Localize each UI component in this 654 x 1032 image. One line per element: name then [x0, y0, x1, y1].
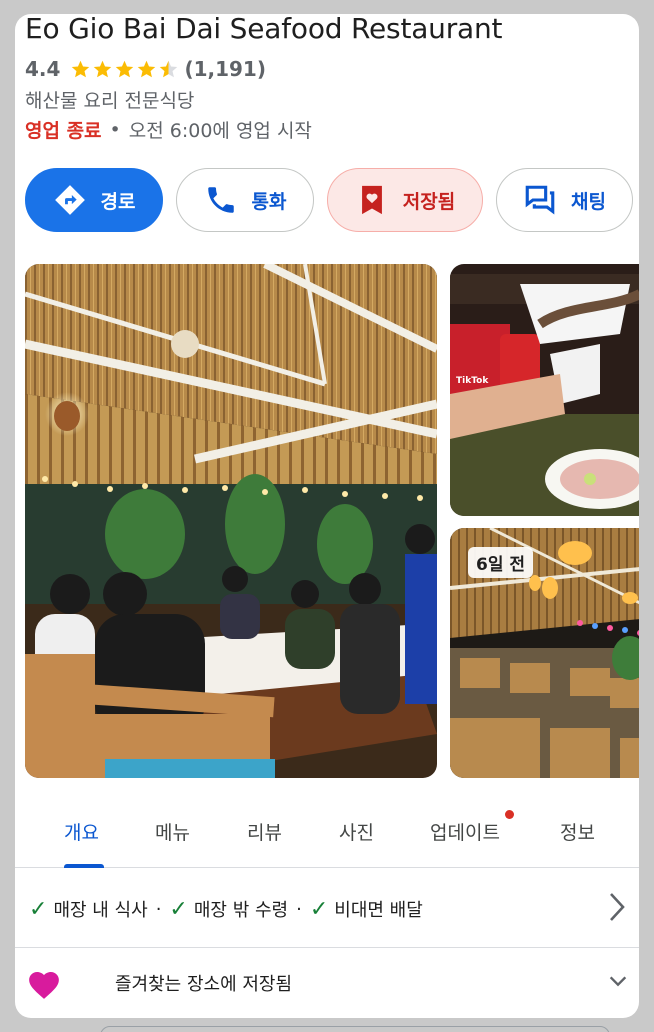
service-delivery: 비대면 배달 — [334, 900, 423, 921]
service-options-list: ✓ 매장 내 식사 · ✓ 매장 밖 수령 · ✓ 비대면 배달 — [29, 896, 423, 922]
rating-value: 4.4 — [25, 57, 61, 81]
action-chips: 경로 통화 저장됨 채팅 — [25, 168, 639, 232]
chevron-down-icon[interactable] — [607, 970, 629, 992]
star-icon — [94, 60, 112, 77]
hours-status[interactable]: 영업 종료 • 오전 6:00에 영업 시작 — [25, 116, 312, 143]
favorites-label: 즐겨찾는 장소에 저장됨 — [115, 974, 293, 995]
place-category: 해산물 요리 전문식당 — [25, 90, 195, 112]
star-icon — [116, 60, 134, 77]
tiktok-watermark: TikTok — [456, 376, 489, 386]
saved-label: 저장됨 — [402, 190, 456, 213]
check-icon: ✓ — [29, 896, 48, 922]
place-tabs: 개요 메뉴 리뷰 사진 업데이트 정보 — [15, 802, 639, 868]
bottom-peek-element — [100, 1026, 610, 1032]
heart-icon — [29, 971, 59, 999]
call-label: 통화 — [251, 190, 287, 213]
chat-label: 채팅 — [571, 190, 606, 213]
star-icon — [72, 60, 90, 77]
tab-overview[interactable]: 개요 — [64, 818, 99, 845]
updates-notification-dot — [505, 810, 514, 819]
phone-icon — [207, 187, 234, 213]
check-icon: ✓ — [169, 896, 188, 922]
star-half-icon — [160, 60, 178, 77]
service-separator: · — [296, 898, 302, 920]
active-tab-indicator — [64, 864, 104, 868]
bookmark-heart-icon — [361, 185, 382, 215]
directions-icon — [54, 185, 85, 215]
saved-button[interactable]: 저장됨 — [327, 168, 483, 232]
directions-button[interactable]: 경로 — [25, 168, 163, 232]
restaurant-interior-image — [25, 264, 437, 778]
service-options-row[interactable]: ✓ 매장 내 식사 · ✓ 매장 밖 수령 · ✓ 비대면 배달 — [15, 870, 639, 948]
star-icon — [138, 60, 156, 77]
place-title: Eo Gio Bai Dai Seafood Restaurant — [25, 14, 503, 45]
seafood-image — [450, 264, 639, 516]
place-sheet: Eo Gio Bai Dai Seafood Restaurant 4.4 (1… — [15, 14, 639, 1018]
rating-stars — [70, 59, 180, 80]
status-separator: • — [109, 118, 121, 141]
chevron-right-icon — [610, 893, 625, 921]
service-dine-in: 매장 내 식사 — [53, 900, 148, 921]
rating-row[interactable]: 4.4 (1,191) — [25, 56, 266, 82]
photo-age-badge: 6일 전 — [468, 547, 534, 578]
favorites-row[interactable]: 즐겨찾는 장소에 저장됨 — [15, 950, 639, 1018]
seafood-photo[interactable]: TikTok — [450, 264, 639, 516]
chat-button[interactable]: 채팅 — [496, 168, 633, 232]
review-count: (1,191) — [184, 57, 266, 81]
status-closed: 영업 종료 — [25, 120, 102, 142]
tab-about[interactable]: 정보 — [560, 818, 595, 845]
directions-label: 경로 — [100, 190, 136, 213]
main-photo[interactable] — [25, 264, 437, 778]
chat-icon — [525, 185, 555, 215]
status-open-time: 오전 6:00에 영업 시작 — [128, 120, 312, 142]
tab-menu[interactable]: 메뉴 — [155, 818, 190, 845]
recent-photo[interactable]: 6일 전 — [450, 528, 639, 778]
tab-photos[interactable]: 사진 — [339, 818, 374, 845]
check-icon: ✓ — [309, 896, 329, 922]
tab-updates[interactable]: 업데이트 — [430, 818, 500, 845]
call-button[interactable]: 통화 — [176, 168, 314, 232]
service-separator: · — [155, 898, 162, 920]
service-takeout: 매장 밖 수령 — [193, 900, 289, 921]
tab-reviews[interactable]: 리뷰 — [247, 818, 282, 845]
